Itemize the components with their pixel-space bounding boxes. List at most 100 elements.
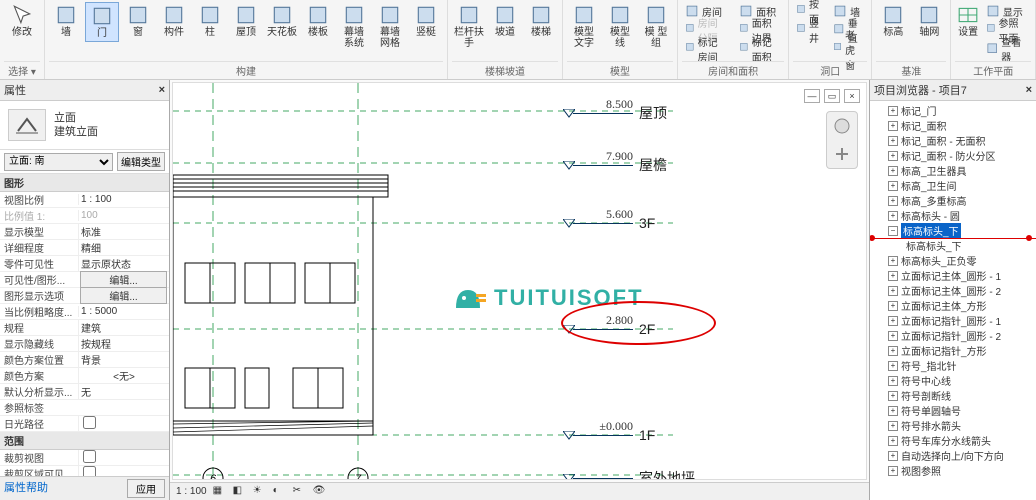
model-group-button[interactable]: 模 型组 [639,2,673,51]
visual-style-icon[interactable]: ◧ [233,485,247,499]
expand-icon[interactable]: + [888,106,898,116]
tag-room-button[interactable]: 标记 房间 [682,40,730,58]
model-line-button[interactable]: 模型 线 [603,2,637,51]
stair-button[interactable]: 楼梯 [524,2,558,40]
tree-item[interactable]: +标记_门 [870,103,1036,118]
minimize-view-icon[interactable]: — [804,89,820,103]
level-marker[interactable]: 7.900屋檐 [573,155,667,175]
tree-item[interactable]: +立面标记指针_圆形 - 2 [870,328,1036,343]
expand-icon[interactable]: + [888,436,898,446]
viewer-button[interactable]: 查看器 [983,40,1031,58]
tree-item[interactable]: +标记_面积 - 无面积 [870,133,1036,148]
close-icon[interactable]: × [1026,84,1032,96]
expand-icon[interactable]: + [888,421,898,431]
roof-button[interactable]: 屋顶 [229,2,263,40]
properties-help[interactable]: 属性帮助 [4,479,48,498]
tree-item[interactable]: +符号单圆轴号 [870,403,1036,418]
level-marker[interactable]: 5.6003F [573,215,655,231]
navigation-bar[interactable] [826,111,858,169]
floor-button[interactable]: 楼板 [301,2,335,40]
apply-button[interactable]: 应用 [127,479,165,498]
hide-icon[interactable]: 👁 [313,485,327,499]
mullion-button[interactable]: 竖梃 [409,2,443,40]
prop-row[interactable]: 当比例粗略度...1 : 5000 [0,304,169,320]
door-button[interactable]: 门 [85,2,119,42]
prop-row[interactable]: 默认分析显示...无 [0,384,169,400]
edit-button[interactable]: 编辑... [80,271,167,288]
property-grid[interactable]: 图形视图比例1 : 100比例值 1:100显示模型标准详细程度精细零件可见性显… [0,174,169,476]
curtain-system-button[interactable]: 幕墙 系统 [337,2,371,51]
tree-item[interactable]: +标记_面积 - 防火分区 [870,148,1036,163]
level-marker[interactable]: 8.500屋顶 [573,103,667,123]
prop-section[interactable]: 图形 [0,174,169,192]
pan-icon[interactable] [833,145,851,163]
shadows-icon[interactable]: ◐ [273,485,287,499]
expand-icon[interactable]: + [888,301,898,311]
prop-row[interactable]: 可见性/图形...编辑... [0,272,169,288]
expand-icon[interactable]: + [888,331,898,341]
expand-icon[interactable]: + [888,406,898,416]
expand-icon[interactable]: + [888,136,898,146]
prop-row[interactable]: 显示隐藏线按规程 [0,336,169,352]
level-button[interactable]: 标高 [876,2,910,40]
prop-checkbox[interactable] [83,466,96,477]
edit-type-button[interactable]: 编辑类型 [117,152,165,171]
tree-item[interactable]: +标高标头 - 圆 [870,208,1036,223]
prop-row[interactable]: 裁剪区域可见 [0,466,169,476]
prop-row[interactable]: 比例值 1:100 [0,208,169,224]
browser-tree[interactable]: +标记_门+标记_面积+标记_面积 - 无面积+标记_面积 - 防火分区+标高_… [870,101,1036,500]
tree-item[interactable]: +符号排水箭头 [870,418,1036,433]
component-button[interactable]: 构件 [157,2,191,40]
shaft-button[interactable]: 竖井 [793,21,826,39]
crop-icon[interactable]: ✂ [293,485,307,499]
set-button[interactable]: 设置 [955,2,980,40]
prop-checkbox[interactable] [83,416,96,429]
level-marker[interactable]: 室外地坪 [573,468,695,480]
prop-section[interactable]: 范围 [0,432,169,450]
expand-icon[interactable]: + [888,376,898,386]
expand-icon[interactable]: + [888,286,898,296]
tree-item[interactable]: +立面标记指针_圆形 - 1 [870,313,1036,328]
expand-icon[interactable]: + [888,151,898,161]
close-view-icon[interactable]: × [844,89,860,103]
window-button[interactable]: 窗 [121,2,155,40]
expand-icon[interactable]: + [888,346,898,356]
expand-icon[interactable]: + [888,361,898,371]
drawing-canvas[interactable]: 6 7 TUITUISOFT 8.500屋顶7.900屋檐5.6003F2.80… [172,82,867,480]
curtain-grid-button[interactable]: 幕墙 网格 [373,2,407,51]
tree-item[interactable]: +标高标头_正负零 [870,253,1036,268]
expand-icon[interactable]: + [888,196,898,206]
tree-item[interactable]: +符号车库分水线箭头 [870,433,1036,448]
tree-item[interactable]: +自动选择向上/向下方向 [870,448,1036,463]
tag-area-button[interactable]: 标记 面积 [736,40,784,58]
prop-row[interactable]: 日光路径 [0,416,169,432]
prop-row[interactable]: 规程建筑 [0,320,169,336]
expand-icon[interactable]: + [888,316,898,326]
view-instance-select[interactable]: 立面: 南 [4,153,113,171]
prop-checkbox[interactable] [83,450,96,463]
tree-item[interactable]: +立面标记主体_圆形 - 1 [870,268,1036,283]
tree-item[interactable]: +符号剖断线 [870,388,1036,403]
tree-item[interactable]: +立面标记主体_圆形 - 2 [870,283,1036,298]
tree-item[interactable]: +标记_面积 [870,118,1036,133]
prop-row[interactable]: 参照标签 [0,400,169,416]
type-selector[interactable]: 立面 建筑立面 [0,101,169,150]
railing-button[interactable]: 栏杆扶手 [452,2,486,51]
detail-level-icon[interactable]: ▦ [213,485,227,499]
tree-item[interactable]: −标高标头_下 [870,223,1036,238]
expand-icon[interactable]: + [888,271,898,281]
prop-row[interactable]: 裁剪视图 [0,450,169,466]
expand-icon[interactable]: + [888,121,898,131]
grid-button[interactable]: 轴网 [912,2,946,40]
prop-row[interactable]: 颜色方案位置背景 [0,352,169,368]
level-marker[interactable]: ±0.0001F [573,427,655,443]
tree-item[interactable]: +立面标记主体_方形 [870,298,1036,313]
tree-item[interactable]: +标高_卫生器具 [870,163,1036,178]
expand-icon[interactable]: + [888,166,898,176]
ceiling-button[interactable]: 天花板 [265,2,299,40]
prop-row[interactable]: 零件可见性显示原状态 [0,256,169,272]
tree-item[interactable]: 标高标头_下 [870,238,1036,253]
tree-item[interactable]: +立面标记指针_方形 [870,343,1036,358]
tree-item[interactable]: +符号_指北针 [870,358,1036,373]
expand-icon[interactable]: + [888,256,898,266]
